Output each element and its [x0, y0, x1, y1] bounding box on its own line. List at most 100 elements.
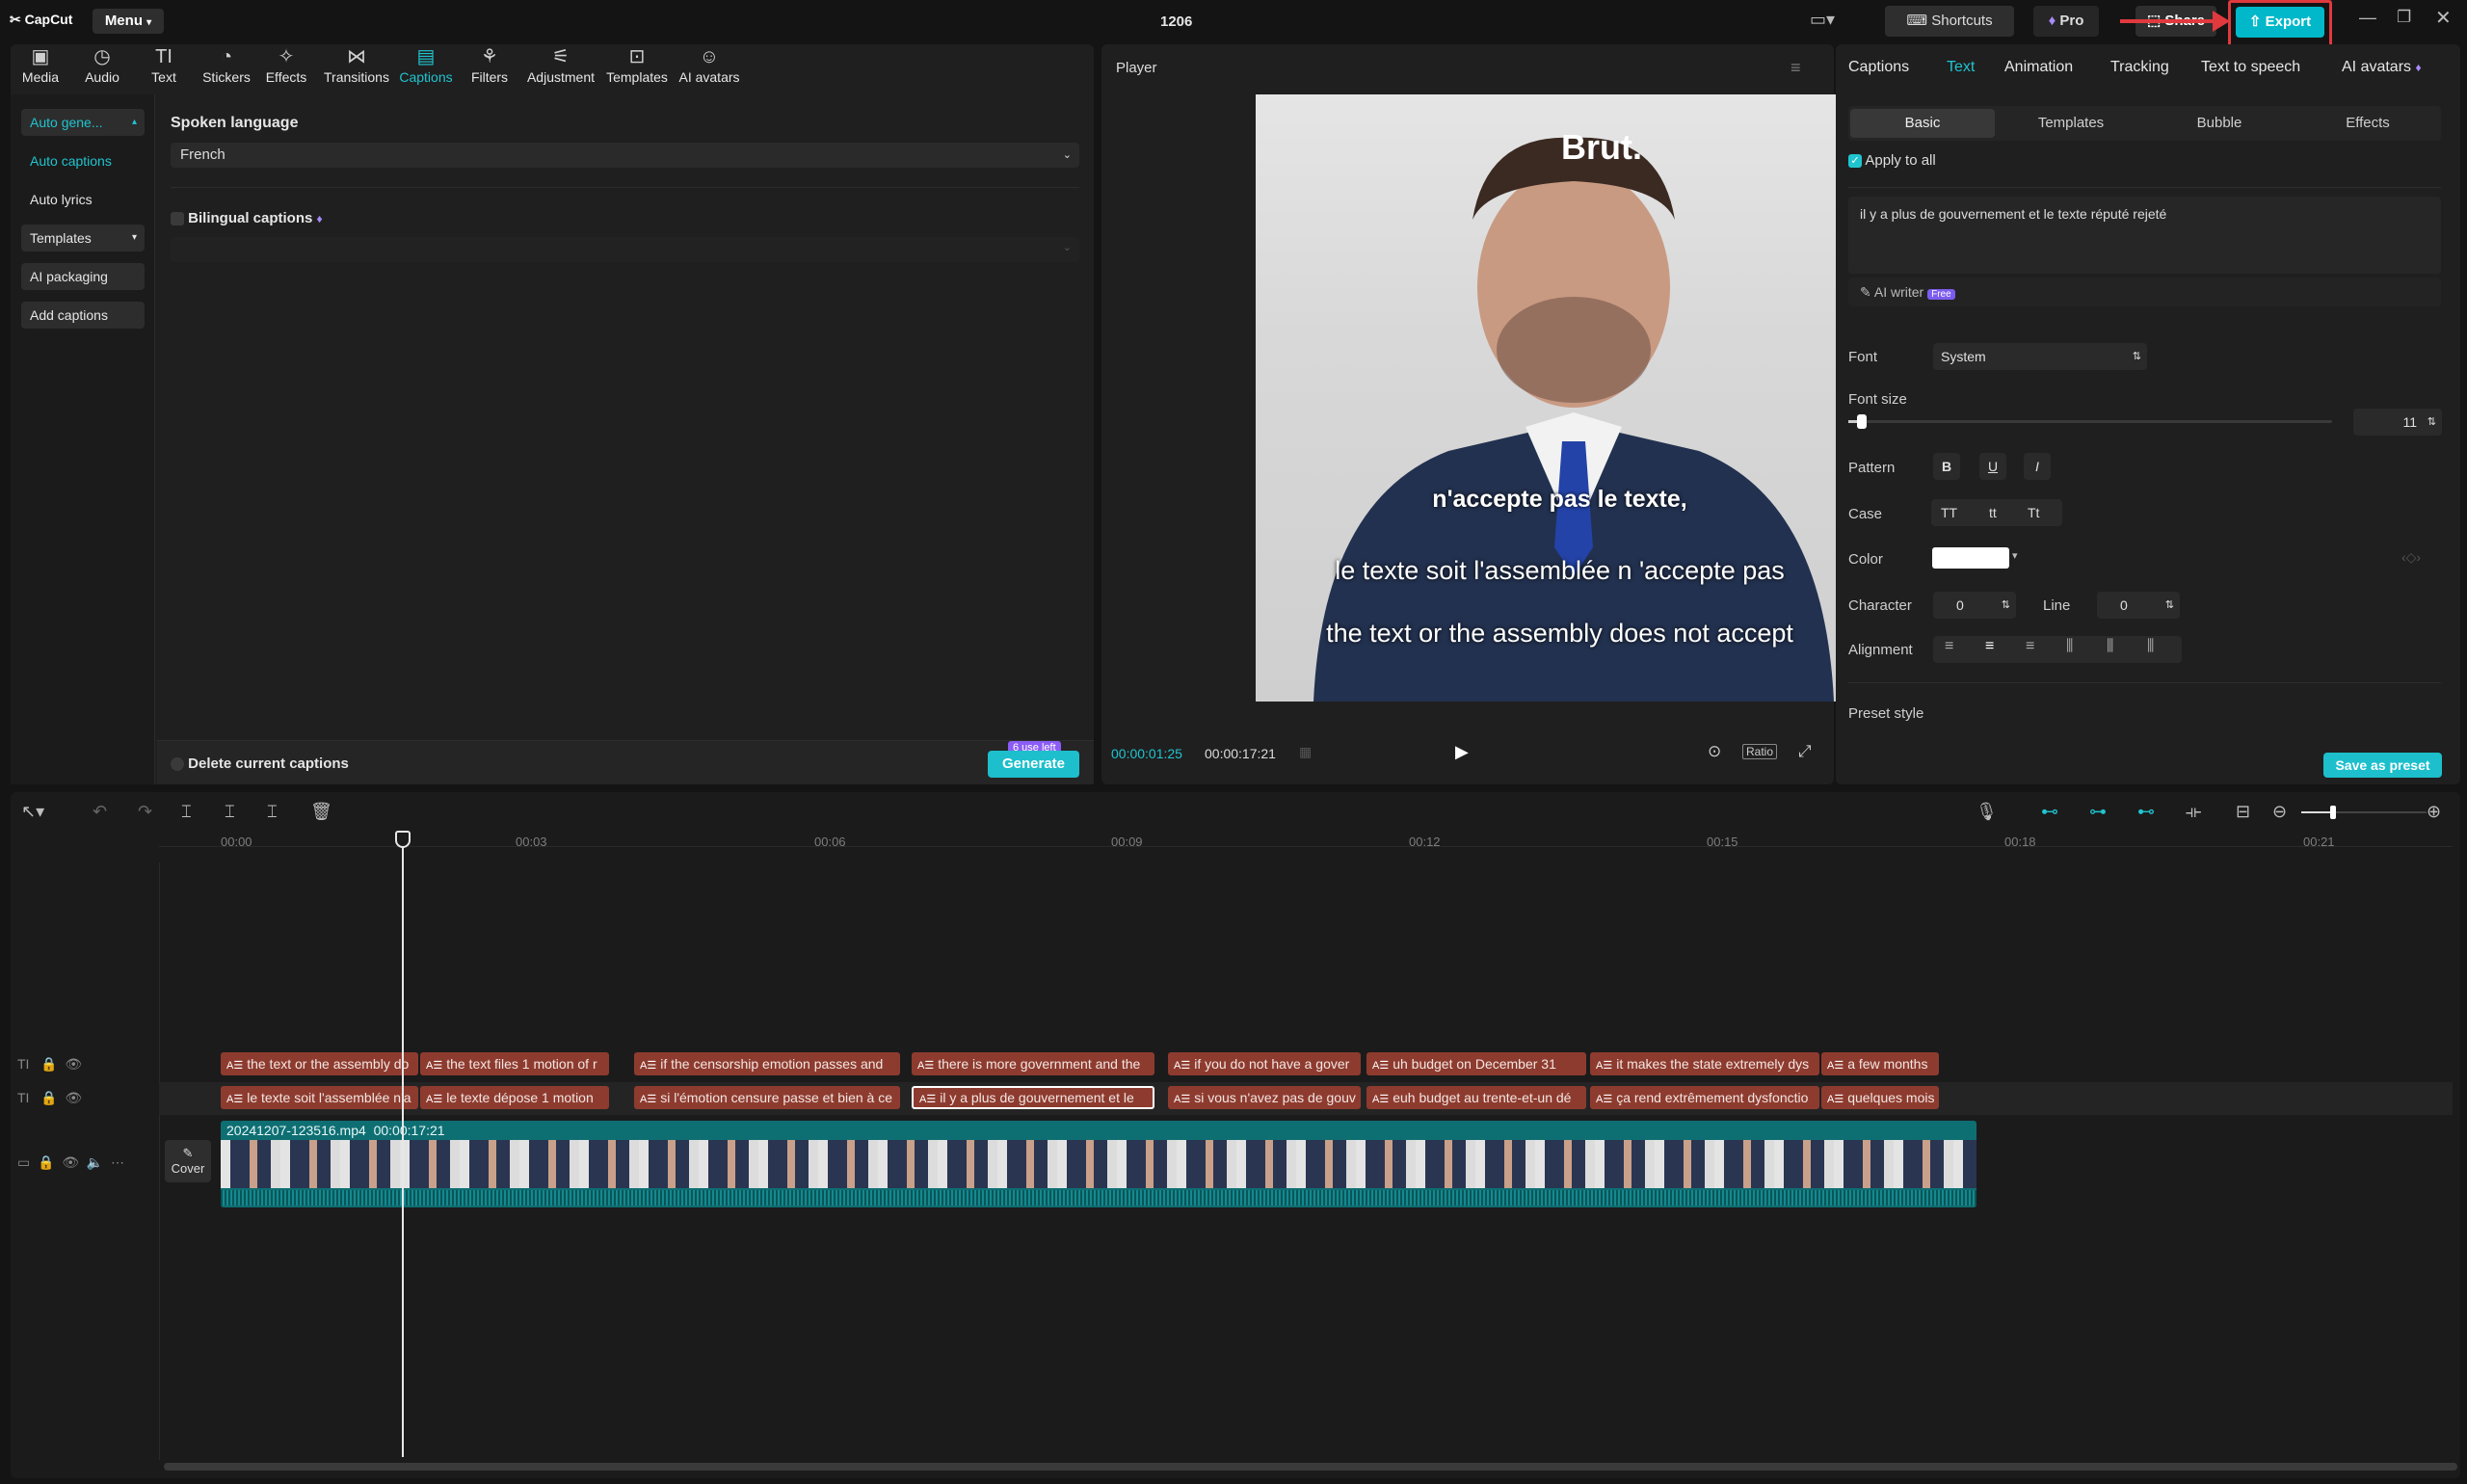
bold-button[interactable]: B — [1933, 453, 1960, 480]
line-input[interactable]: 0 ⇅ — [2097, 592, 2180, 619]
tab-text-to-speech[interactable]: Text to speech — [2201, 59, 2300, 76]
caption-clip[interactable]: A☰ there is more government and the — [912, 1052, 1154, 1075]
delete-captions-toggle[interactable]: Delete current captions — [171, 755, 349, 772]
caption-clip[interactable]: A☰ quelques mois — [1821, 1086, 1939, 1109]
tool-captions[interactable]: ▤ Captions — [395, 46, 457, 89]
magnet-icon[interactable]: ⊷ — [2041, 802, 2058, 822]
tool-effects[interactable]: ✧ Effects — [255, 46, 317, 89]
keyframe-icon[interactable]: ‹◇› — [2401, 549, 2421, 566]
fullscreen-icon[interactable]: ⤢ — [1798, 742, 1812, 761]
restore-icon[interactable]: ❐ — [2397, 8, 2411, 27]
caption-clip[interactable]: A☰ if the censorship emotion passes and — [634, 1052, 900, 1075]
caption-clip[interactable]: A☰ uh budget on December 31 — [1366, 1052, 1586, 1075]
spoken-language-select[interactable]: French ⌄ — [171, 143, 1079, 168]
generate-button[interactable]: Generate — [988, 751, 1079, 778]
caption-clip[interactable]: A☰ the text files 1 motion of r — [420, 1052, 609, 1075]
eye-icon[interactable]: 👁 — [65, 1090, 82, 1105]
select-tool-icon[interactable]: ↖▾ — [21, 802, 44, 822]
caption-clip[interactable]: A☰ ça rend extrêmement dysfonctio — [1590, 1086, 1819, 1109]
tool-templates[interactable]: ⊡ Templates — [601, 46, 673, 89]
link-icon[interactable]: ⊶ — [2089, 802, 2107, 822]
split-left-icon[interactable]: ⌶ — [225, 802, 235, 822]
zoom-handle[interactable] — [2330, 806, 2336, 819]
minimize-icon[interactable]: — — [2359, 8, 2376, 28]
font-size-slider[interactable] — [1848, 414, 2332, 429]
caption-clip[interactable]: A☰ a few months — [1821, 1052, 1939, 1075]
sidebar-item-auto-generate[interactable]: Auto gene... ▴ — [21, 109, 145, 136]
delete-icon[interactable]: 🗑 — [310, 802, 332, 822]
radio[interactable] — [171, 757, 184, 772]
subtab-basic[interactable]: Basic — [1850, 109, 1995, 138]
zoom-slider[interactable] — [2301, 806, 2427, 819]
ai-writer-button[interactable]: ✎ AI writer Free — [1848, 278, 2441, 306]
tab-ai-avatars[interactable]: AI avatars ♦ — [2342, 59, 2422, 76]
tab-captions[interactable]: Captions — [1848, 59, 1909, 76]
scrollbar-thumb[interactable] — [164, 1463, 2457, 1471]
tool-media[interactable]: ▣ Media — [10, 46, 71, 89]
playhead-handle[interactable] — [395, 831, 411, 848]
tool-text[interactable]: TI Text — [133, 46, 195, 89]
caption-clip-selected[interactable]: A☰ il y a plus de gouvernement et le — [912, 1086, 1154, 1109]
caption-text-input[interactable]: il y a plus de gouvernement et le texte … — [1848, 197, 2441, 274]
fit-icon[interactable]: ⊟ — [2236, 802, 2250, 822]
sidebar-item-auto-captions[interactable]: Auto captions — [21, 147, 145, 174]
screenshot-icon[interactable]: ⊙ — [1708, 742, 1721, 761]
microphone-icon[interactable]: 🎙 — [1976, 802, 1998, 822]
checkbox[interactable] — [171, 212, 184, 226]
pro-button[interactable]: ♦ Pro — [2033, 6, 2099, 37]
caption-clip[interactable]: A☰ if you do not have a gover — [1168, 1052, 1361, 1075]
timeline-scrollbar[interactable] — [164, 1463, 2457, 1471]
caption-clip[interactable]: A☰ it makes the state extremely dys — [1590, 1052, 1819, 1075]
apply-to-all[interactable]: ✓ Apply to all — [1848, 152, 1936, 169]
align-right-icon[interactable]: ≡ — [2026, 638, 2034, 655]
case-lowercase[interactable]: tt — [1989, 505, 1997, 520]
ratio-button[interactable]: Ratio — [1742, 744, 1778, 759]
more-icon[interactable]: ⋯ — [111, 1154, 124, 1170]
color-swatch[interactable] — [1932, 547, 2009, 569]
zoom-in-icon[interactable]: ⊕ — [2427, 802, 2441, 822]
tab-tracking[interactable]: Tracking — [2110, 59, 2169, 76]
timecode-icon[interactable]: ▦ — [1299, 744, 1312, 760]
chevron-down-icon[interactable]: ▾ — [2012, 549, 2018, 562]
subtab-templates[interactable]: Templates — [1999, 109, 2143, 138]
caption-clip[interactable]: A☰ euh budget au trente-et-un dé — [1366, 1086, 1586, 1109]
case-titlecase[interactable]: Tt — [2028, 505, 2039, 520]
tab-text[interactable]: Text — [1947, 59, 1975, 76]
lock-icon[interactable]: 🔒 — [40, 1090, 57, 1105]
caption-clip[interactable]: A☰ si vous n'avez pas de gouv — [1168, 1086, 1361, 1109]
export-button[interactable]: ⇧ Export — [2236, 7, 2324, 38]
case-uppercase[interactable]: TT — [1941, 505, 1957, 520]
italic-button[interactable]: I — [2024, 453, 2051, 480]
caption-clip[interactable]: A☰ si l'émotion censure passe et bien à c… — [634, 1086, 900, 1109]
menu-button[interactable]: Menu ▾ — [93, 9, 164, 34]
tool-adjustment[interactable]: ⚟ Adjustment — [523, 46, 598, 89]
font-select[interactable]: System ⇅ — [1933, 343, 2147, 370]
vertical-center-icon[interactable]: ⫼ — [2107, 638, 2113, 655]
tab-animation[interactable]: Animation — [2004, 59, 2073, 76]
shortcuts-button[interactable]: ⌨ Shortcuts — [1885, 6, 2014, 37]
sidebar-item-add-captions[interactable]: Add captions — [21, 302, 145, 329]
sidebar-item-ai-packaging[interactable]: AI packaging — [21, 263, 145, 290]
character-input[interactable]: 0 ⇅ — [1933, 592, 2016, 619]
subtab-effects[interactable]: Effects — [2295, 109, 2440, 138]
underline-button[interactable]: U — [1979, 453, 2006, 480]
layout-icon[interactable]: ▭▾ — [1810, 10, 1835, 30]
split-icon[interactable]: ⌶ — [181, 802, 192, 822]
slider-handle[interactable] — [1857, 414, 1867, 429]
play-icon[interactable]: ▶ — [1455, 742, 1469, 762]
split-right-icon[interactable]: ⌶ — [267, 802, 278, 822]
checkbox-checked-icon[interactable]: ✓ — [1848, 154, 1862, 169]
align-center-icon[interactable]: ≡ — [1985, 638, 1994, 655]
tool-audio[interactable]: ◷ Audio — [71, 46, 133, 89]
tool-filters[interactable]: ⚘ Filters — [459, 46, 520, 89]
sidebar-item-templates[interactable]: Templates ▾ — [21, 225, 145, 252]
bilingual-captions-toggle[interactable]: Bilingual captions ♦ — [171, 210, 323, 226]
vertical-top-icon[interactable]: ⫼ — [2066, 638, 2073, 655]
align-left-icon[interactable]: ≡ — [1945, 638, 1953, 655]
eye-icon[interactable]: 👁 — [65, 1056, 82, 1072]
preview-axis-icon[interactable]: ⊷ — [2137, 802, 2155, 822]
snap-icon[interactable]: ⟛ — [2186, 802, 2201, 822]
player-menu-icon[interactable]: ≡ — [1791, 58, 1801, 78]
eye-icon[interactable]: 👁 — [62, 1154, 79, 1170]
caption-clip[interactable]: A☰ the text or the assembly do — [221, 1052, 418, 1075]
